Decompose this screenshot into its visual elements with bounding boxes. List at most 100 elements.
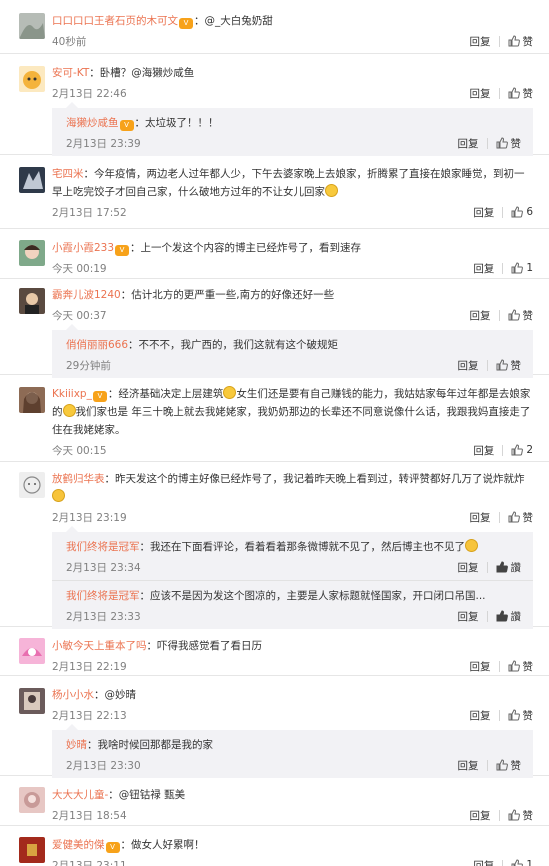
reply-item: 俏俏丽丽666：不不不，我广西的，我们这就有这个破规矩 29分钟前 回复 赞 (52, 324, 533, 378)
avatar[interactable] (19, 688, 45, 714)
reply-button[interactable]: 回复 (458, 358, 479, 373)
avatar[interactable] (19, 66, 45, 92)
username-link[interactable]: Kkiiixp_ (52, 388, 92, 400)
timestamp: 2月13日 22:13 (52, 709, 127, 722)
avatar[interactable] (19, 387, 45, 413)
reply-text: 海獭炒咸鱼 V ：太垃圾了！！！ (66, 114, 521, 132)
comment-text: 安可-KT：卧槽？@海獭炒咸鱼 (52, 64, 533, 82)
timestamp: 2月13日 18:54 (52, 809, 127, 822)
avatar[interactable] (19, 288, 45, 314)
reply-button[interactable]: 回复 (473, 858, 494, 866)
reply-button[interactable]: 回复 (458, 609, 479, 624)
username-link[interactable]: 安可-KT (52, 67, 89, 79)
like-button[interactable]: 讚 (496, 560, 522, 575)
timestamp: 2月13日 17:52 (52, 206, 127, 219)
avatar[interactable] (19, 13, 45, 39)
reply-button[interactable]: 回复 (470, 510, 491, 525)
like-button[interactable]: 6 (511, 206, 533, 218)
reply-button[interactable]: 回复 (458, 136, 479, 151)
like-label: 赞 (522, 35, 534, 48)
like-button[interactable]: 讚 (496, 609, 521, 624)
reply-button[interactable]: 回复 (470, 708, 491, 723)
thumbs-up-icon (508, 309, 520, 321)
comment-body: ：经济基础决定上层建筑 (107, 388, 224, 400)
reply-text: 我们终将是冠军：应该不是因为发这个图凉的，主要是人家标题就怪国家，开口闭口吊国.… (66, 587, 521, 605)
reply-button[interactable]: 回复 (458, 758, 479, 773)
username-link[interactable]: 我们终将是冠军 (66, 590, 140, 602)
divider (498, 511, 500, 523)
reply-body: ：应该不是因为发这个图凉的，主要是人家标题就怪国家，开口闭口吊国... (139, 590, 486, 602)
username-link[interactable]: 海獭炒咸鱼 (66, 117, 119, 129)
reply-body: ：太垃圾了！！！ (134, 117, 219, 129)
like-button[interactable]: 赞 (496, 136, 522, 151)
divider (486, 561, 488, 573)
like-button[interactable]: 赞 (508, 308, 533, 323)
reply-button[interactable]: 回复 (470, 34, 491, 49)
comment-text: 杨小小水：@妙晴 (52, 686, 533, 704)
divider (498, 660, 500, 672)
username-link[interactable]: 小敏今天上重本了吗 (52, 640, 147, 652)
like-button[interactable]: 赞 (508, 808, 533, 823)
like-button[interactable]: 赞 (496, 758, 521, 773)
divider (502, 444, 504, 456)
avatar[interactable] (19, 787, 45, 813)
username-link[interactable]: 放鹤归华表 (52, 473, 105, 485)
reply-button[interactable]: 回复 (470, 86, 491, 101)
reply-button[interactable]: 回复 (458, 560, 479, 575)
username-link[interactable]: 霸奔儿波1240 (52, 289, 121, 301)
username-link[interactable]: 宅四米 (52, 168, 84, 180)
like-button[interactable]: 2 (511, 444, 533, 456)
timestamp: 2月13日 23:39 (66, 137, 141, 150)
avatar[interactable] (19, 240, 45, 266)
like-label: 讚 (510, 561, 522, 574)
reply-button[interactable]: 回复 (473, 261, 494, 276)
like-button[interactable]: 1 (511, 262, 533, 274)
comment-text: 口口口口王者石页的木可文 V ：@_大白兔奶甜 (52, 12, 533, 30)
username-link[interactable]: 大大大儿童- (52, 789, 108, 801)
like-button[interactable]: 赞 (508, 659, 533, 674)
comment-text: 放鹤归华表：昨天发这个的博主好像已经炸号了，我记着昨天晚上看到过，转评赞都好几万… (52, 470, 533, 506)
username-link[interactable]: 我们终将是冠军 (66, 541, 140, 553)
like-button[interactable]: 1 (511, 859, 533, 866)
reply-button[interactable]: 回复 (470, 308, 491, 323)
username-link[interactable]: 妙晴 (66, 739, 87, 751)
sweat-emoji-icon (52, 489, 65, 502)
reply-button[interactable]: 回复 (470, 808, 491, 823)
reply-button[interactable]: 回复 (470, 659, 491, 674)
vip-badge-icon: V (115, 245, 130, 256)
reply-meta: 2月13日 23:39 回复 赞 (66, 134, 521, 152)
divider (502, 859, 504, 866)
like-button[interactable]: 赞 (508, 34, 534, 49)
like-button[interactable]: 赞 (496, 358, 521, 373)
avatar[interactable] (19, 167, 45, 193)
username-link[interactable]: 口口口口王者石页的木可文 (52, 15, 178, 27)
like-button[interactable]: 赞 (508, 708, 533, 723)
avatar[interactable] (19, 837, 45, 863)
like-button[interactable]: 赞 (508, 510, 533, 525)
comment-meta: 2月13日 23:11 回复 1 (52, 856, 533, 866)
like-button[interactable]: 赞 (508, 86, 533, 101)
timestamp: 今天 00:15 (52, 444, 107, 457)
reply-text: 妙晴：我啥时候回那都是我的家 (66, 736, 521, 754)
like-count: 1 (526, 262, 533, 274)
thumbs-up-icon (511, 206, 524, 218)
comment-text: Kkiiixp_ V ：经济基础决定上层建筑 女生们还是要有自己赚钱的能力，我姑姑家每… (52, 385, 533, 439)
thumbs-up-icon (511, 859, 524, 866)
timestamp: 40秒前 (52, 35, 87, 48)
comment-item: 宅四米：今年疫情，两边老人过年都人少，下午去婆家晚上去娘家，折腾累了直接在娘家睡… (0, 155, 549, 229)
avatar[interactable] (19, 472, 45, 498)
avatar[interactable] (19, 638, 45, 664)
comment-meta: 今天 00:15 回复 2 (52, 441, 533, 459)
comment-body: ：上一个发这个内容的博主已经炸号了，看到速存 (130, 242, 362, 254)
reply-text: 俏俏丽丽666：不不不，我广西的，我们这就有这个破规矩 (66, 336, 521, 354)
username-link[interactable]: 杨小小水 (52, 689, 94, 701)
divider (498, 87, 500, 99)
like-label: 赞 (510, 137, 522, 150)
thumbs-up-icon (508, 511, 520, 523)
username-link[interactable]: 爱健美的傑 (52, 839, 105, 851)
username-link[interactable]: 俏俏丽丽666 (66, 339, 128, 351)
reply-button[interactable]: 回复 (473, 443, 494, 458)
reply-button[interactable]: 回复 (473, 205, 494, 220)
username-link[interactable]: 小霞小霞233 (52, 242, 114, 254)
reply-text: 我们终将是冠军：我还在下面看评论，看着看着那条微博就不见了，然后博主也不见了 (66, 538, 521, 556)
